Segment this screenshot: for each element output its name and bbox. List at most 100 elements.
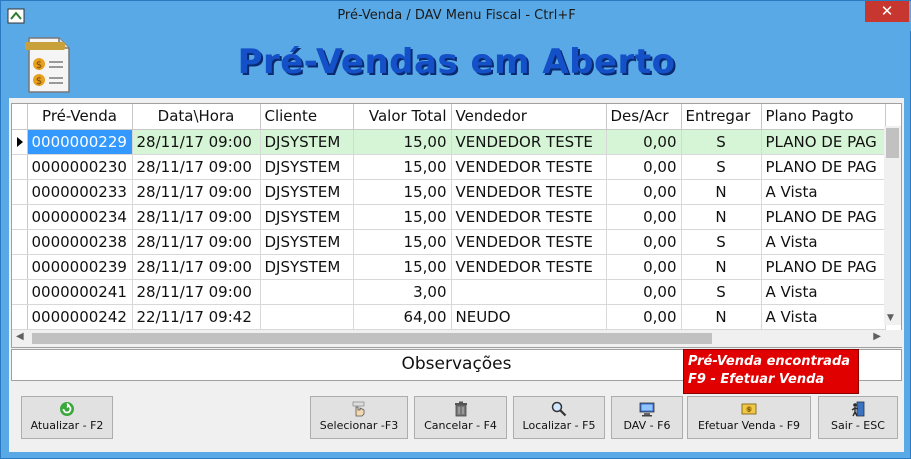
table-cell[interactable] [260,304,354,330]
table-row[interactable]: 0000000230 28/11/17 09:00 DJSYSTEM 15,00 VEN… [12,154,886,180]
table-cell[interactable]: 28/11/17 09:00 [132,279,261,305]
table-cell[interactable]: 28/11/17 09:00 [132,254,261,280]
table-cell[interactable]: PLANO DE PAG [761,154,886,180]
table-cell[interactable]: VENDEDOR TESTE [451,229,607,255]
table-cell[interactable]: A Vista [761,179,886,205]
table-cell[interactable]: 0,00 [606,279,682,305]
table-cell[interactable]: PLANO DE PAG [761,204,886,230]
search-button[interactable]: Localizar - F5 [513,396,605,439]
table-cell[interactable]: 0000000238 [27,229,133,255]
table-cell[interactable]: VENDEDOR TESTE [451,154,607,180]
table-cell[interactable]: 0,00 [606,254,682,280]
table-row[interactable]: 0000000229 28/11/17 09:00 DJSYSTEM 15,00 VEN… [12,129,886,155]
table-cell[interactable]: DJSYSTEM [260,129,354,155]
table-cell[interactable] [451,279,607,305]
scroll-right-icon[interactable]: ▶ [873,331,881,342]
table-cell[interactable]: S [681,154,762,180]
table-row[interactable]: 0000000241 28/11/17 09:00 3,00 0,00 S A Vista [12,279,886,305]
dav-button[interactable]: DAV - F6 [611,396,683,439]
column-header-cliente[interactable]: Cliente [260,104,354,130]
close-button[interactable]: ✕ [865,1,909,22]
table-cell[interactable]: N [681,254,762,280]
row-indicator[interactable] [12,179,28,205]
table-cell[interactable]: 28/11/17 09:00 [132,204,261,230]
table-cell[interactable]: VENDEDOR TESTE [451,254,607,280]
row-indicator[interactable] [12,129,28,155]
horizontal-scroll-thumb[interactable] [32,333,712,344]
table-cell[interactable]: DJSYSTEM [260,154,354,180]
table-cell[interactable]: N [681,304,762,330]
table-cell[interactable]: 28/11/17 09:00 [132,129,261,155]
table-cell[interactable]: 0,00 [606,304,682,330]
table-cell[interactable]: A Vista [761,279,886,305]
table-cell[interactable]: S [681,279,762,305]
row-indicator[interactable] [12,279,28,305]
row-indicator[interactable] [12,154,28,180]
table-row[interactable]: 0000000234 28/11/17 09:00 DJSYSTEM 15,00 VEN… [12,204,886,230]
table-cell[interactable]: DJSYSTEM [260,179,354,205]
table-cell[interactable]: PLANO DE PAG [761,129,886,155]
table-cell[interactable]: 28/11/17 09:00 [132,179,261,205]
table-cell[interactable]: 15,00 [353,154,452,180]
column-header-plano-pagto[interactable]: Plano Pagto [761,104,886,130]
table-cell[interactable]: 0000000241 [27,279,133,305]
cancel-button[interactable]: Cancelar - F4 [414,396,507,439]
table-cell[interactable]: DJSYSTEM [260,254,354,280]
column-header-data-hora[interactable]: Data\Hora [132,104,261,130]
table-cell[interactable]: 0000000230 [27,154,133,180]
refresh-button[interactable]: Atualizar - F2 [21,396,113,439]
vertical-scroll-thumb[interactable] [886,128,899,158]
horizontal-scrollbar[interactable]: ◀ ▶ [12,330,903,347]
row-indicator[interactable] [12,229,28,255]
table-cell[interactable]: S [681,229,762,255]
table-cell[interactable]: 0,00 [606,179,682,205]
table-cell[interactable]: DJSYSTEM [260,229,354,255]
table-cell[interactable]: 0000000229 [27,129,133,155]
table-cell[interactable]: N [681,179,762,205]
table-cell[interactable]: 0000000239 [27,254,133,280]
table-row[interactable]: 0000000238 28/11/17 09:00 DJSYSTEM 15,00 VEN… [12,229,886,255]
vertical-scrollbar[interactable]: ▼ [884,126,901,325]
table-cell[interactable]: 28/11/17 09:00 [132,229,261,255]
table-cell[interactable]: 0000000242 [27,304,133,330]
table-cell[interactable]: 15,00 [353,254,452,280]
table-cell[interactable]: N [681,204,762,230]
table-cell[interactable]: DJSYSTEM [260,204,354,230]
checkout-button[interactable]: $ Efetuar Venda - F9 [687,396,811,439]
table-cell[interactable]: 0000000234 [27,204,133,230]
column-header-des-acr[interactable]: Des/Acr [606,104,682,130]
table-cell[interactable]: NEUDO [451,304,607,330]
table-cell[interactable]: 22/11/17 09:42 [132,304,261,330]
scroll-left-icon[interactable]: ◀ [16,331,24,342]
table-row[interactable]: 0000000233 28/11/17 09:00 DJSYSTEM 15,00 VEN… [12,179,886,205]
column-header-entregar[interactable]: Entregar [681,104,762,130]
table-row[interactable]: 0000000239 28/11/17 09:00 DJSYSTEM 15,00 VEN… [12,254,886,280]
table-cell[interactable]: VENDEDOR TESTE [451,179,607,205]
table-cell[interactable]: 0,00 [606,229,682,255]
table-cell[interactable]: 15,00 [353,204,452,230]
select-button[interactable]: Selecionar -F3 [310,396,408,439]
table-cell[interactable]: VENDEDOR TESTE [451,204,607,230]
table-cell[interactable]: 0,00 [606,154,682,180]
column-header-valor-total[interactable]: Valor Total [353,104,452,130]
table-cell[interactable]: 0000000233 [27,179,133,205]
pre-venda-grid[interactable]: Pré-Venda Data\Hora Cliente Valor Total … [11,103,903,348]
table-row[interactable]: 0000000242 22/11/17 09:42 64,00 NEUDO 0,00 N A… [12,304,886,330]
table-cell[interactable]: 64,00 [353,304,452,330]
table-cell[interactable] [260,279,354,305]
row-indicator[interactable] [12,254,28,280]
table-cell[interactable]: 0,00 [606,204,682,230]
table-cell[interactable]: A Vista [761,229,886,255]
table-cell[interactable]: 28/11/17 09:00 [132,154,261,180]
table-cell[interactable]: A Vista [761,304,886,330]
column-header-vendedor[interactable]: Vendedor [451,104,607,130]
row-indicator[interactable] [12,204,28,230]
table-cell[interactable]: VENDEDOR TESTE [451,129,607,155]
table-cell[interactable]: 15,00 [353,179,452,205]
scroll-down-icon[interactable]: ▼ [887,313,894,323]
table-cell[interactable]: PLANO DE PAG [761,254,886,280]
exit-button[interactable]: Sair - ESC [818,396,898,439]
table-cell[interactable]: 0,00 [606,129,682,155]
table-cell[interactable]: 3,00 [353,279,452,305]
table-cell[interactable]: S [681,129,762,155]
